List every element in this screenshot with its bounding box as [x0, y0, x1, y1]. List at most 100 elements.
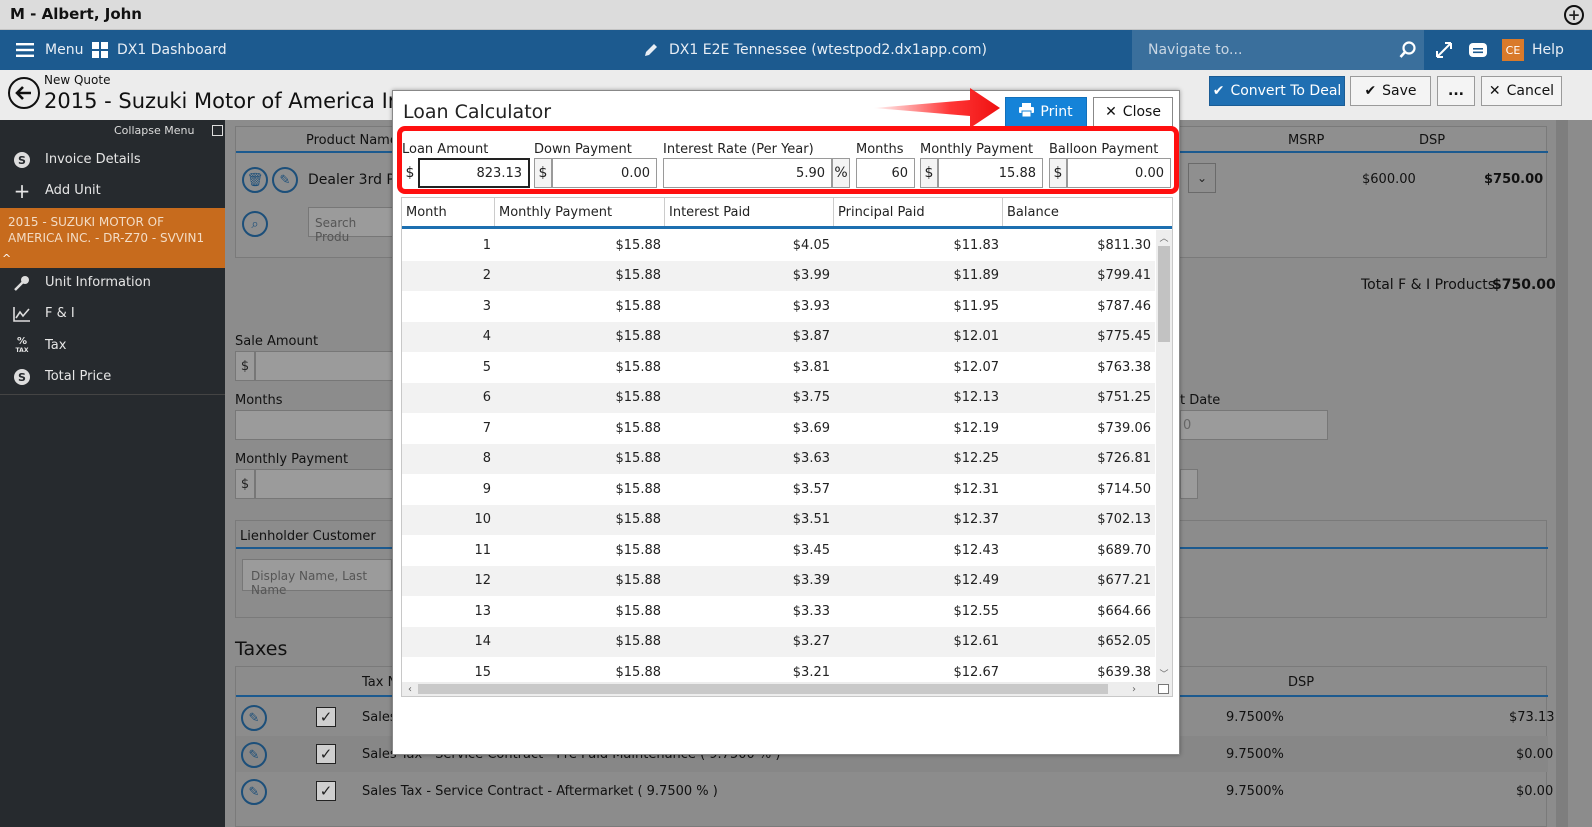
tax-icon: % TAX	[15, 335, 29, 354]
scroll-up-icon[interactable]: ︿	[1156, 230, 1172, 244]
cell-monthly-payment: $15.88	[615, 359, 662, 375]
navigate-search-input[interactable]: Navigate to...	[1132, 30, 1424, 70]
scroll-thumb[interactable]	[1158, 246, 1170, 342]
page-scrollbar[interactable]	[1556, 120, 1568, 827]
table-row: 12 $15.88 $3.39 $12.49 $677.21	[402, 565, 1155, 596]
chevron-up-icon[interactable]: ^	[2, 252, 11, 265]
monthly-payment-label: Monthly Payment	[235, 452, 349, 467]
dashboard-link[interactable]: DX1 Dashboard	[92, 30, 227, 70]
cell-balance: $702.13	[1097, 512, 1151, 528]
sidebar-item-unit-information[interactable]: Unit Information	[0, 267, 225, 298]
more-button[interactable]: ...	[1437, 76, 1475, 106]
menu-label: Menu	[45, 42, 84, 58]
dollar-icon: S	[12, 367, 32, 387]
tax-row-name: Sales Tax - Service Contract - Aftermark…	[362, 784, 718, 799]
edit-icon[interactable]: ✎	[241, 742, 267, 768]
edit-icon[interactable]: ✎	[241, 705, 267, 731]
resize-icon[interactable]	[1158, 684, 1169, 694]
cell-balance: $811.30	[1097, 237, 1151, 253]
sidebar-item-total-price[interactable]: S Total Price	[0, 361, 225, 392]
user-avatar[interactable]: CE	[1502, 39, 1524, 61]
chevron-down-icon[interactable]: ⌄	[1188, 163, 1216, 193]
add-icon[interactable]: +	[1564, 5, 1584, 25]
header-underline	[402, 226, 1172, 229]
hscroll-thumb[interactable]	[418, 684, 1108, 694]
monthly-payment-input[interactable]	[255, 469, 395, 499]
months-input[interactable]	[235, 410, 395, 440]
close-icon: ✕	[1105, 104, 1117, 120]
cell-monthly-payment: $15.88	[615, 329, 662, 345]
sidebar-item-fi[interactable]: F & I	[0, 298, 225, 329]
sidebar-item-tax[interactable]: % TAX Tax	[0, 330, 225, 361]
table-row: 14 $15.88 $3.27 $12.61 $652.05	[402, 626, 1155, 657]
search-icon[interactable]	[1398, 40, 1418, 60]
close-button[interactable]: ✕ Close	[1093, 97, 1173, 127]
collapse-menu-button[interactable]: Collapse Menu	[114, 124, 224, 137]
chat-icon[interactable]	[1467, 40, 1489, 60]
menu-button[interactable]: Menu	[16, 30, 83, 70]
cell-principal-paid: $12.01	[953, 329, 1000, 345]
table-row: 4 $15.88 $3.87 $12.01 $775.45	[402, 321, 1155, 352]
cell-interest-paid: $3.99	[792, 268, 830, 284]
cell-balance: $787.46	[1097, 298, 1151, 314]
cell-balance: $739.06	[1097, 420, 1151, 436]
page-title: 2015 - Suzuki Motor of America Inc	[44, 89, 413, 113]
cell-balance: $751.25	[1097, 390, 1151, 406]
cell-balance: $714.50	[1097, 481, 1151, 497]
cancel-button[interactable]: ✕ Cancel	[1481, 76, 1562, 106]
edit-icon[interactable]: ✎	[241, 779, 267, 805]
print-button[interactable]: Print	[1005, 97, 1087, 127]
cell-principal-paid: $12.55	[953, 603, 1000, 619]
date-input[interactable]: 0	[1180, 410, 1328, 440]
cell-principal-paid: $11.89	[953, 268, 1000, 284]
trash-icon[interactable]: 🗑	[242, 167, 268, 193]
date-label: t Date	[1180, 393, 1221, 408]
cell-principal-paid: $12.25	[953, 451, 1000, 467]
cell-monthly-payment: $15.88	[615, 603, 662, 619]
convert-label: Convert To Deal	[1230, 83, 1342, 99]
cell-balance: $726.81	[1097, 451, 1151, 467]
cell-monthly-payment: $15.88	[615, 573, 662, 589]
sidebar-item-label: Unit Information	[45, 275, 151, 290]
tax-checkbox[interactable]: ✓	[316, 781, 336, 801]
total-fi-value: $750.00	[1492, 277, 1556, 293]
cell-interest-paid: $4.05	[792, 237, 830, 253]
product-search-input[interactable]: Search Produ	[308, 207, 398, 244]
table-row: 1 $15.88 $4.05 $11.83 $811.30	[402, 230, 1155, 261]
collapse-menu-label: Collapse Menu	[114, 124, 195, 137]
environment-selector[interactable]: DX1 E2E Tennessee (wtestpod2.dx1app.com)	[643, 30, 987, 70]
save-button[interactable]: ✔ Save	[1350, 76, 1431, 106]
scroll-down-icon[interactable]: ﹀	[1156, 666, 1172, 680]
lienholder-search-input[interactable]: Display Name, Last Name	[242, 559, 392, 597]
sidebar-unit-selected[interactable]: 2015 - SUZUKI MOTOR OF AMERICA INC. - DR…	[0, 208, 225, 268]
help-link[interactable]: Help	[1532, 30, 1564, 70]
tax-checkbox[interactable]: ✓	[316, 707, 336, 727]
expand-icon[interactable]	[1434, 40, 1454, 60]
horizontal-scrollbar[interactable]: ‹ ›	[402, 682, 1172, 696]
cell-month: 8	[482, 451, 491, 467]
tax-row: ✎ ✓ Sales Tax - Service Contract - After…	[236, 773, 1553, 809]
sidebar-item-add-unit[interactable]: + Add Unit	[0, 175, 225, 206]
cell-principal-paid: $12.13	[953, 390, 1000, 406]
vertical-scrollbar[interactable]: ︿ ﹀	[1156, 230, 1172, 682]
col-interest-paid: Interest Paid	[665, 198, 834, 226]
field-input[interactable]	[1180, 469, 1198, 499]
convert-to-deal-button[interactable]: ✔ Convert To Deal	[1209, 76, 1345, 106]
scroll-right-icon[interactable]: ›	[1128, 682, 1140, 696]
sale-amount-input[interactable]	[255, 351, 395, 381]
search-icon[interactable]: ⌕	[242, 211, 268, 237]
scroll-left-icon[interactable]: ‹	[404, 682, 416, 696]
sidebar-item-invoice-details[interactable]: S Invoice Details	[0, 144, 225, 175]
back-arrow-icon[interactable]	[8, 77, 40, 109]
cell-principal-paid: $12.07	[953, 359, 1000, 375]
edit-icon[interactable]: ✎	[272, 167, 298, 193]
save-label: Save	[1382, 83, 1417, 99]
sidebar-item-label: Total Price	[45, 369, 112, 384]
cell-principal-paid: $12.31	[953, 481, 1000, 497]
table-row: 15 $15.88 $3.21 $12.67 $639.38	[402, 657, 1155, 682]
collapse-icon	[212, 125, 224, 136]
table-row: 5 $15.88 $3.81 $12.07 $763.38	[402, 352, 1155, 383]
tax-checkbox[interactable]: ✓	[316, 744, 336, 764]
tax-row-rate: 9.7500%	[1226, 784, 1284, 799]
cell-month: 1	[482, 237, 491, 253]
